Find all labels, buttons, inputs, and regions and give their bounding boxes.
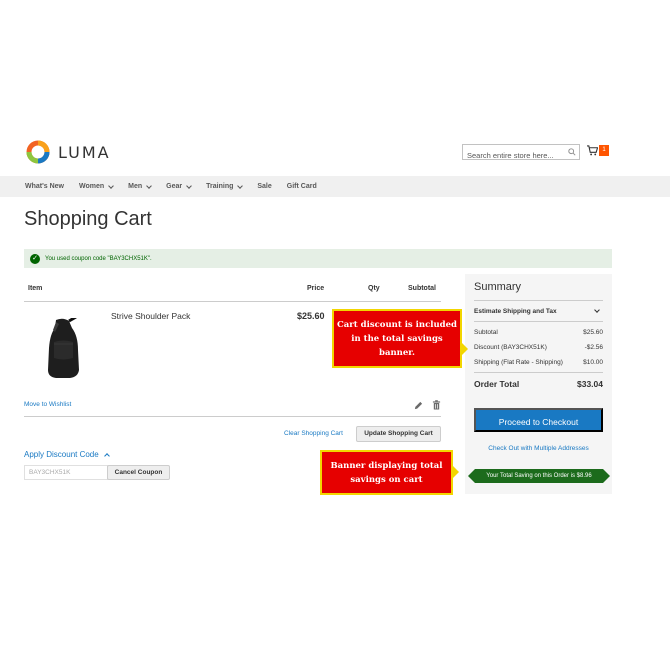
summary-divider <box>474 300 603 301</box>
discount-code-field[interactable]: BAY3CHX51K <box>24 465 108 480</box>
main-nav: What's New Women Men Gear Training Sale … <box>0 176 670 197</box>
apply-discount-toggle[interactable]: Apply Discount Code <box>24 450 110 459</box>
logo-text: LUMA <box>58 142 111 162</box>
column-header-subtotal: Subtotal <box>408 285 436 292</box>
summary-row-value: $10.00 <box>583 359 603 366</box>
summary-row-value: -$2.56 <box>584 344 603 351</box>
chevron-down-icon <box>186 182 192 189</box>
search-input[interactable] <box>463 148 567 163</box>
summary-row-label: Shipping (Flat Rate - Shipping) <box>474 359 563 366</box>
page-title: Shopping Cart <box>24 208 152 230</box>
chevron-down-icon <box>108 182 115 189</box>
column-header-price: Price <box>307 285 325 292</box>
move-to-wishlist-link[interactable]: Move to Wishlist <box>24 401 71 408</box>
summary-divider <box>474 321 603 322</box>
order-total-value: $33.04 <box>577 379 603 389</box>
chevron-down-icon <box>146 182 153 189</box>
total-savings-banner: Your Total Saving on this Order is $8.96 <box>468 469 610 483</box>
luma-logo-icon <box>26 140 50 164</box>
luma-logo[interactable]: LUMA <box>26 139 111 165</box>
nav-item-label: Gear <box>166 183 183 190</box>
nav-item-gift-card[interactable]: Gift Card <box>287 183 317 190</box>
nav-item-men[interactable]: Men <box>128 182 153 190</box>
minicart[interactable]: 1 <box>587 145 609 156</box>
success-message-text: You used coupon code "BAY3CHX51K". <box>45 255 152 262</box>
search-box[interactable] <box>462 144 580 163</box>
product-price: $25.60 <box>297 311 325 321</box>
cart-icon <box>587 145 598 156</box>
order-total-label: Order Total <box>474 379 520 389</box>
nav-item-label: Gift Card <box>286 183 317 190</box>
savings-banner-text: Your Total Saving on this Order is $8.96 <box>486 473 592 479</box>
nav-item-training[interactable]: Training <box>206 182 244 190</box>
table-divider <box>24 301 441 302</box>
summary-divider <box>474 372 603 373</box>
clear-shopping-cart-link[interactable]: Clear Shopping Cart <box>284 430 343 437</box>
multiple-addresses-link[interactable]: Check Out with Multiple Addresses <box>465 445 612 452</box>
proceed-to-checkout-button[interactable]: Proceed to Checkout <box>474 408 603 432</box>
search-icon[interactable] <box>568 148 576 156</box>
order-summary: Summary Estimate Shipping and Tax Subtot… <box>465 274 612 494</box>
chevron-up-icon <box>103 452 110 459</box>
summary-row-label: Discount (BAY3CHX51K) <box>474 344 547 351</box>
nav-item-sale[interactable]: Sale <box>257 183 271 190</box>
nav-item-label: Men <box>128 183 143 190</box>
callout-arrow <box>453 466 459 478</box>
nav-item-label: Women <box>79 183 105 190</box>
nav-item-label: What's New <box>25 183 65 190</box>
cancel-coupon-button[interactable]: Cancel Coupon <box>107 465 170 480</box>
apply-discount-label: Apply Discount Code <box>24 450 99 459</box>
nav-item-whats-new[interactable]: What's New <box>25 183 64 190</box>
checkmark-icon: ✓ <box>30 253 40 264</box>
success-message: ✓ You used coupon code "BAY3CHX51K". <box>24 249 612 268</box>
table-divider <box>24 416 441 417</box>
nav-item-gear[interactable]: Gear <box>166 182 192 190</box>
nav-item-women[interactable]: Women <box>79 182 115 190</box>
product-name[interactable]: Strive Shoulder Pack <box>111 311 190 321</box>
summary-row-value: $25.60 <box>583 329 603 336</box>
cart-count-badge: 1 <box>599 145 609 156</box>
update-shopping-cart-button[interactable]: Update Shopping Cart <box>356 426 441 442</box>
callout-banner-note: Banner displaying total savings on cart <box>320 450 453 495</box>
column-header-qty: Qty <box>368 285 380 292</box>
product-image[interactable] <box>42 318 84 380</box>
nav-item-label: Sale <box>257 183 272 190</box>
chevron-down-icon[interactable] <box>594 307 600 313</box>
chevron-down-icon <box>237 182 244 189</box>
column-header-item: Item <box>28 285 43 292</box>
edit-pencil-icon[interactable] <box>414 401 423 410</box>
estimate-shipping-toggle[interactable]: Estimate Shipping and Tax <box>474 308 557 315</box>
summary-row-label: Subtotal <box>474 329 498 336</box>
callout-discount-note: Cart discount is included in the total s… <box>332 309 462 368</box>
nav-item-label: Training <box>206 183 234 190</box>
callout-arrow <box>462 343 468 355</box>
summary-title: Summary <box>474 281 522 293</box>
trash-icon[interactable] <box>432 400 441 410</box>
